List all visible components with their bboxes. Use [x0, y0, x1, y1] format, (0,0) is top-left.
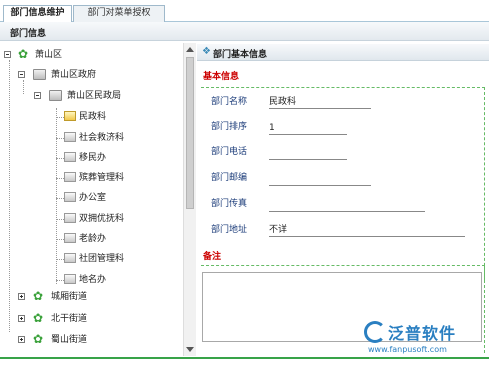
org-icon: ✿ — [33, 332, 44, 346]
section-title: 部门基本信息 — [213, 50, 268, 60]
page-icon — [64, 172, 76, 182]
page-icon — [64, 233, 76, 243]
tree-node-leaf[interactable]: 社会救济科 — [64, 131, 174, 145]
tree-node-root[interactable]: ✿ 萧山区 — [4, 48, 174, 62]
tree-guide — [56, 239, 64, 240]
expand-icon[interactable] — [18, 336, 25, 343]
tree-node-leaf[interactable]: 民政科 — [64, 110, 174, 124]
tree-node-leaf[interactable]: 地名办 — [64, 273, 174, 287]
tree-guide — [56, 108, 57, 284]
tree-node-label: 城厢街道 — [51, 292, 88, 302]
collapse-icon[interactable] — [4, 51, 11, 58]
page-icon — [64, 213, 76, 223]
collapse-icon[interactable] — [34, 92, 41, 99]
expand-icon[interactable] — [18, 315, 25, 322]
org-icon: ✿ — [18, 47, 29, 61]
logo-name: 泛普软件 — [388, 324, 457, 343]
dept-tree-panel: ✿ 萧山区 萧山区政府 萧山区民政局 民政科社会救济科移民办殡葬管理科办公室双拥… — [0, 41, 196, 357]
tree-node-label: 北干街道 — [51, 314, 88, 324]
tree-node-gov[interactable]: 萧山区政府 — [18, 68, 168, 82]
tree-guide — [56, 219, 64, 220]
page-icon — [64, 253, 76, 263]
tab-dept-info[interactable]: 部门信息维护 — [3, 5, 72, 23]
field-label-fax: 部门传真 — [211, 199, 248, 209]
page-icon — [64, 111, 76, 121]
folder-icon — [33, 69, 46, 80]
dept-phone-field[interactable] — [269, 147, 347, 160]
tree-node-label: 蜀山街道 — [51, 335, 88, 345]
tree-scrollbar[interactable] — [183, 43, 196, 356]
dept-name-field[interactable]: 民政科 — [269, 96, 371, 109]
tree-guide — [56, 117, 64, 118]
field-label-order: 部门排序 — [211, 122, 248, 132]
tab-dept-menu-auth[interactable]: 部门对菜单授权 — [73, 5, 165, 22]
tree-node-label: 民政科 — [79, 112, 107, 122]
page-icon — [64, 274, 76, 284]
org-icon: ✿ — [33, 311, 44, 325]
tree-node-leaf[interactable]: 双拥优抚科 — [64, 212, 174, 226]
page-icon — [64, 132, 76, 142]
tree-node-street[interactable]: ✿ 蜀山街道 — [18, 333, 168, 347]
tree-node-street[interactable]: ✿ 城厢街道 — [18, 290, 168, 304]
tree-node-label: 社会救济科 — [79, 133, 125, 143]
fanpu-logo: 泛普软件 www.fanpusoft.com — [360, 320, 485, 358]
page-title: 部门信息 — [10, 29, 47, 39]
tree-node-leaf[interactable]: 殡葬管理科 — [64, 171, 174, 185]
collapse-icon[interactable] — [18, 71, 25, 78]
tree-node-label: 萧山区 — [35, 50, 63, 60]
tree-guide — [9, 60, 10, 332]
tree-node-leaf[interactable]: 社团管理科 — [64, 252, 174, 266]
field-label-address: 部门地址 — [211, 225, 248, 235]
tree-guide — [23, 80, 24, 94]
tree-guide — [56, 198, 64, 199]
page-icon — [64, 152, 76, 162]
logo-mark-icon — [364, 321, 386, 343]
tree-node-leaf[interactable]: 办公室 — [64, 191, 174, 205]
org-icon: ✿ — [33, 289, 44, 303]
tree-node-label: 社团管理科 — [79, 254, 125, 264]
scroll-up-icon[interactable] — [186, 47, 194, 52]
dept-order-field[interactable]: 1 — [269, 122, 347, 135]
tree-node-label: 老龄办 — [79, 234, 107, 244]
scroll-thumb[interactable] — [186, 57, 194, 209]
tree-node-label: 萧山区政府 — [51, 70, 97, 80]
tree-node-label: 萧山区民政局 — [67, 91, 122, 101]
status-bar — [0, 357, 489, 367]
dept-fax-field[interactable] — [269, 199, 425, 212]
tree-node-label: 双拥优抚科 — [79, 214, 125, 224]
dept-zip-field[interactable] — [269, 173, 371, 186]
tree-guide — [56, 280, 64, 281]
dept-address-field[interactable]: 不详 — [269, 224, 465, 237]
expand-icon[interactable] — [18, 293, 25, 300]
tree-guide — [56, 259, 64, 260]
tree-node-label: 殡葬管理科 — [79, 173, 125, 183]
remark-heading: 备注 — [203, 252, 222, 262]
section-header: ❖ 部门基本信息 — [197, 44, 489, 61]
diamond-icon: ❖ — [202, 46, 211, 57]
page-icon — [64, 192, 76, 202]
folder-icon — [49, 90, 62, 101]
basic-info-heading: 基本信息 — [203, 72, 240, 82]
tree-node-label: 移民办 — [79, 153, 107, 163]
field-label-phone: 部门电话 — [211, 147, 248, 157]
tree-node-street[interactable]: ✿ 北干街道 — [18, 312, 168, 326]
page-header: 部门信息 — [0, 22, 489, 41]
tree-guide — [56, 158, 64, 159]
dept-detail-panel: ❖ 部门基本信息 基本信息 部门名称 民政科 部门排序 1 部门电话 部门邮编 … — [197, 41, 489, 357]
tree-guide — [56, 178, 64, 179]
scroll-down-icon[interactable] — [186, 347, 194, 352]
tree-node-civil[interactable]: 萧山区民政局 — [34, 89, 174, 103]
field-label-zip: 部门邮编 — [211, 173, 248, 183]
tab-bar: 部门信息维护 部门对菜单授权 — [0, 0, 489, 23]
logo-url: www.fanpusoft.com — [368, 345, 447, 354]
tree-node-leaf[interactable]: 老龄办 — [64, 232, 174, 246]
tree-node-leaf[interactable]: 移民办 — [64, 151, 174, 165]
field-label-name: 部门名称 — [211, 97, 248, 107]
tree-guide — [56, 138, 64, 139]
tree-node-label: 地名办 — [79, 275, 107, 285]
tree-node-label: 办公室 — [79, 193, 107, 203]
